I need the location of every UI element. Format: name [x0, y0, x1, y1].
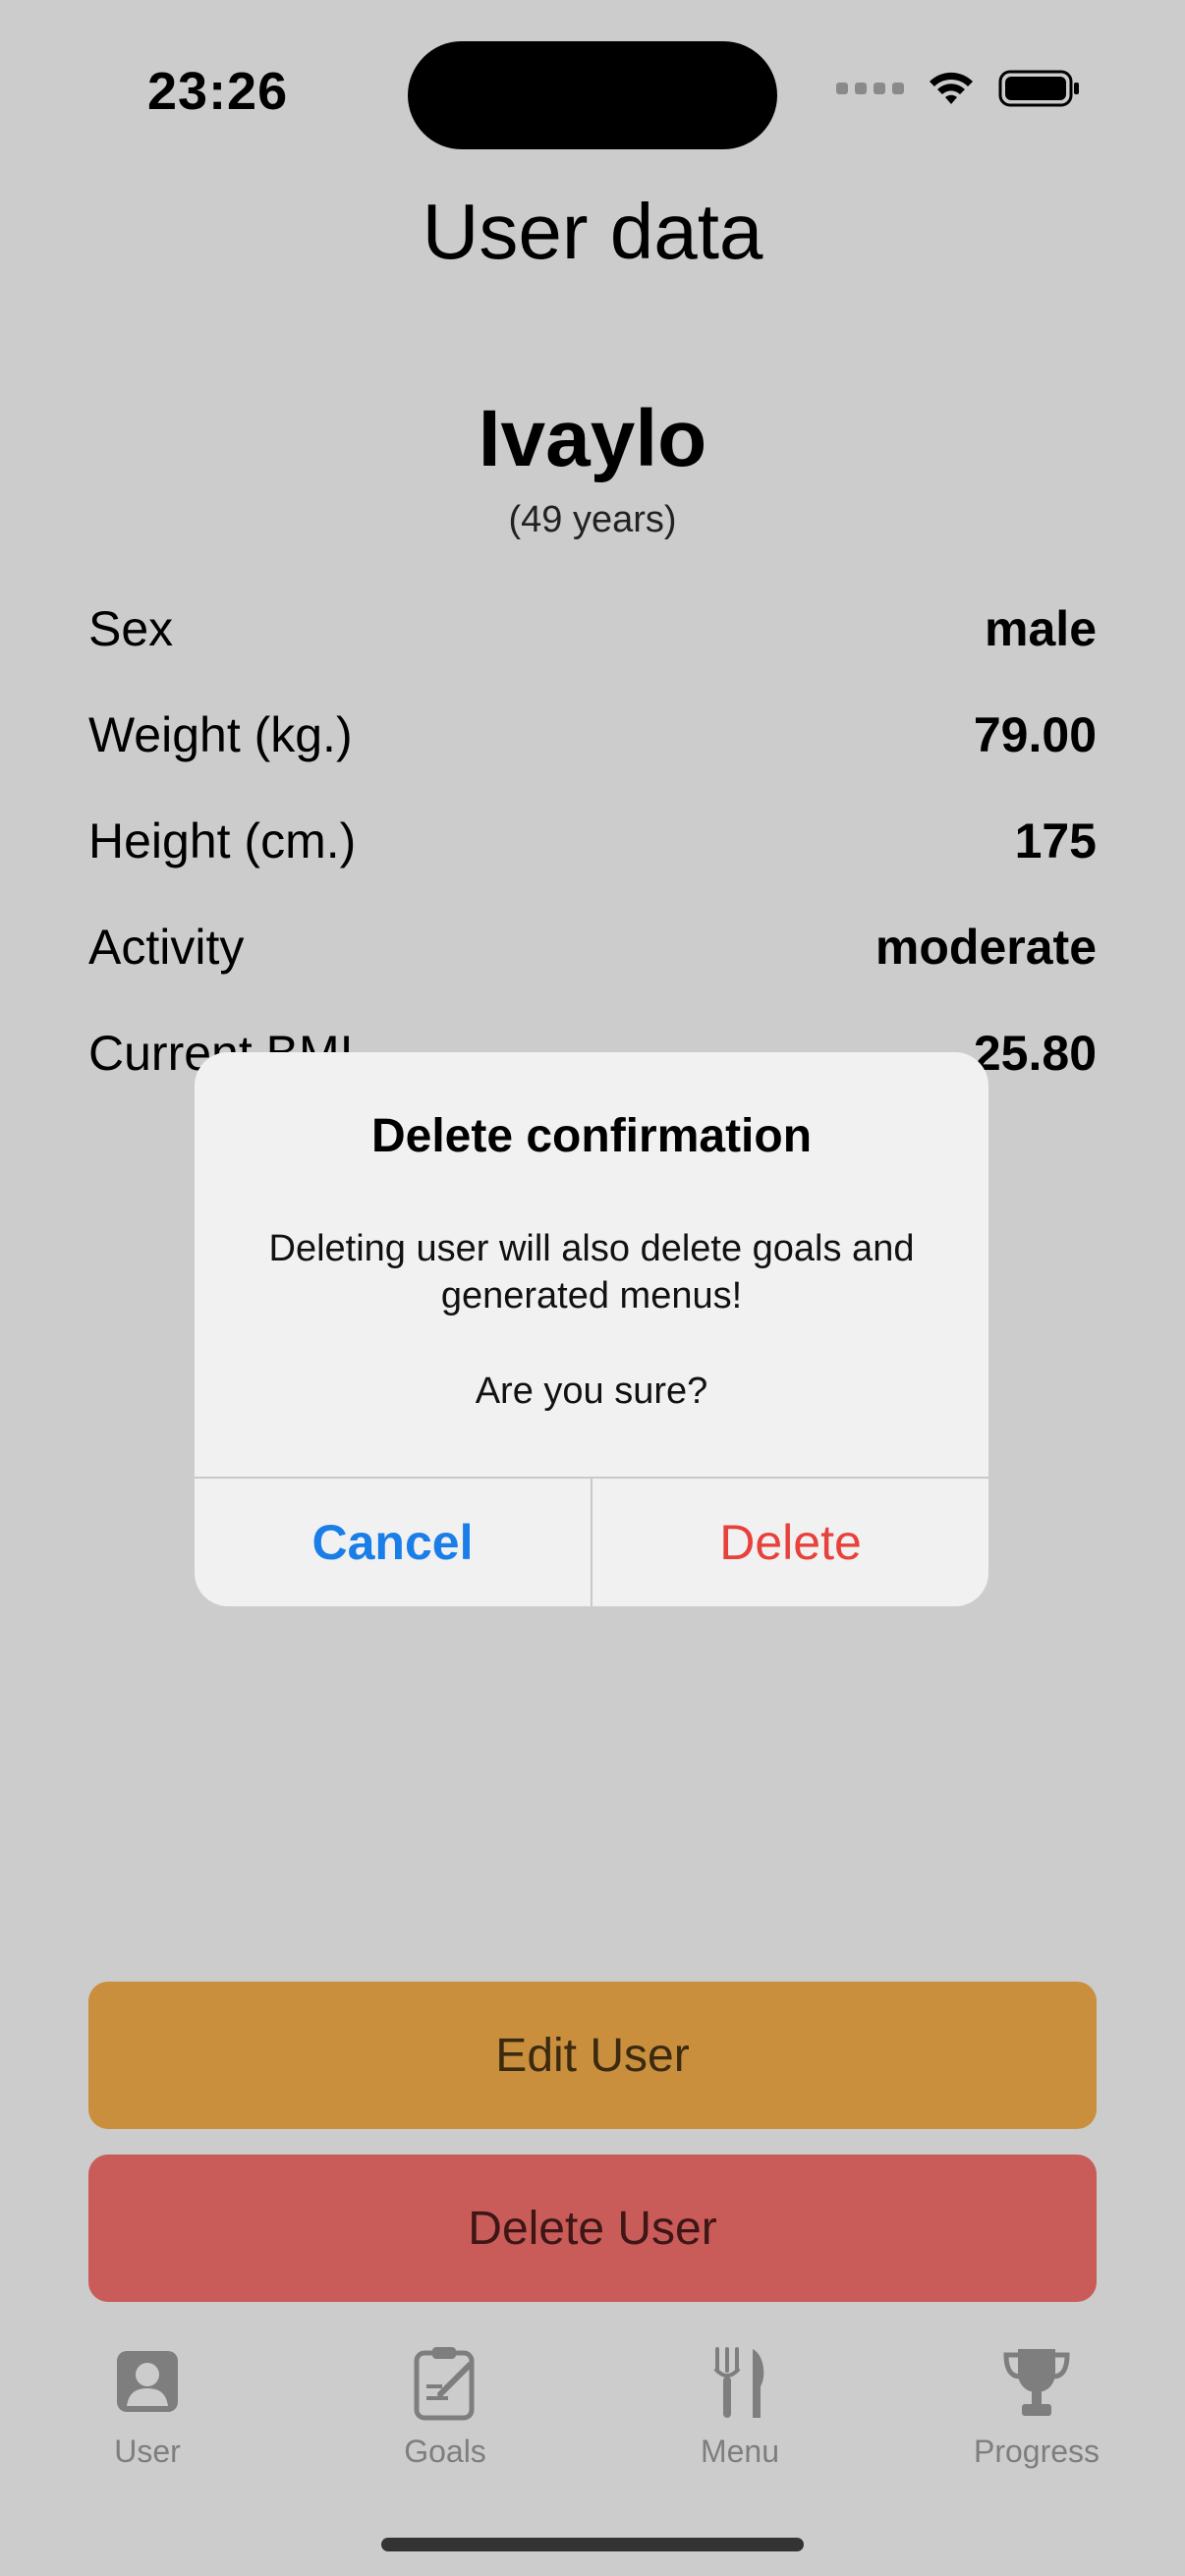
tab-progress[interactable]: Progress — [929, 2343, 1145, 2470]
status-indicators — [836, 69, 1081, 108]
detail-row-weight: Weight (kg.) 79.00 — [88, 696, 1097, 774]
tab-goals[interactable]: Goals — [337, 2343, 553, 2470]
page-title: User data — [422, 188, 763, 275]
detail-label: Height (cm.) — [88, 813, 357, 868]
detail-value: 175 — [1014, 813, 1097, 868]
cancel-button[interactable]: Cancel — [195, 1479, 591, 1606]
delete-user-button[interactable]: Delete User — [88, 2155, 1097, 2302]
battery-icon — [998, 70, 1079, 107]
home-indicator — [381, 2538, 804, 2551]
fork-knife-icon — [713, 2347, 764, 2418]
delete-confirmation-dialog: Delete confirmation Deleting user will a… — [195, 1052, 988, 1606]
detail-label: Activity — [88, 920, 245, 975]
detail-value: male — [985, 601, 1097, 656]
detail-label: Sex — [88, 601, 174, 656]
clipboard-icon — [414, 2347, 475, 2421]
user-name: Ivaylo — [478, 394, 707, 483]
detail-value: 25.80 — [973, 1026, 1097, 1081]
tab-label: User — [114, 2434, 181, 2469]
tab-label: Goals — [404, 2434, 486, 2469]
dialog-question: Are you sure? — [475, 1371, 708, 1412]
detail-row-activity: Activity moderate — [88, 908, 1097, 986]
cellular-signal-icon — [836, 83, 904, 94]
detail-value: moderate — [875, 920, 1097, 975]
detail-label: Weight (kg.) — [88, 707, 353, 762]
dialog-message: Deleting user will also delete goals and… — [268, 1228, 915, 1316]
trophy-icon — [1003, 2349, 1070, 2416]
dynamic-island — [408, 41, 777, 149]
confirm-delete-button[interactable]: Delete — [592, 1479, 988, 1606]
detail-row-height: Height (cm.) 175 — [88, 802, 1097, 880]
dialog-title: Delete confirmation — [370, 1110, 813, 1162]
tab-label: Menu — [700, 2434, 780, 2469]
tab-user[interactable]: User — [39, 2343, 255, 2470]
edit-user-button[interactable]: Edit User — [88, 1982, 1097, 2129]
user-age: (49 years) — [508, 499, 677, 540]
tab-menu[interactable]: Menu — [632, 2343, 848, 2470]
wifi-icon — [930, 72, 973, 104]
status-time: 23:26 — [147, 62, 289, 121]
tab-label: Progress — [973, 2434, 1100, 2469]
detail-row-sex: Sex male — [88, 589, 1097, 668]
person-icon — [117, 2351, 178, 2412]
detail-value: 79.00 — [973, 707, 1097, 762]
